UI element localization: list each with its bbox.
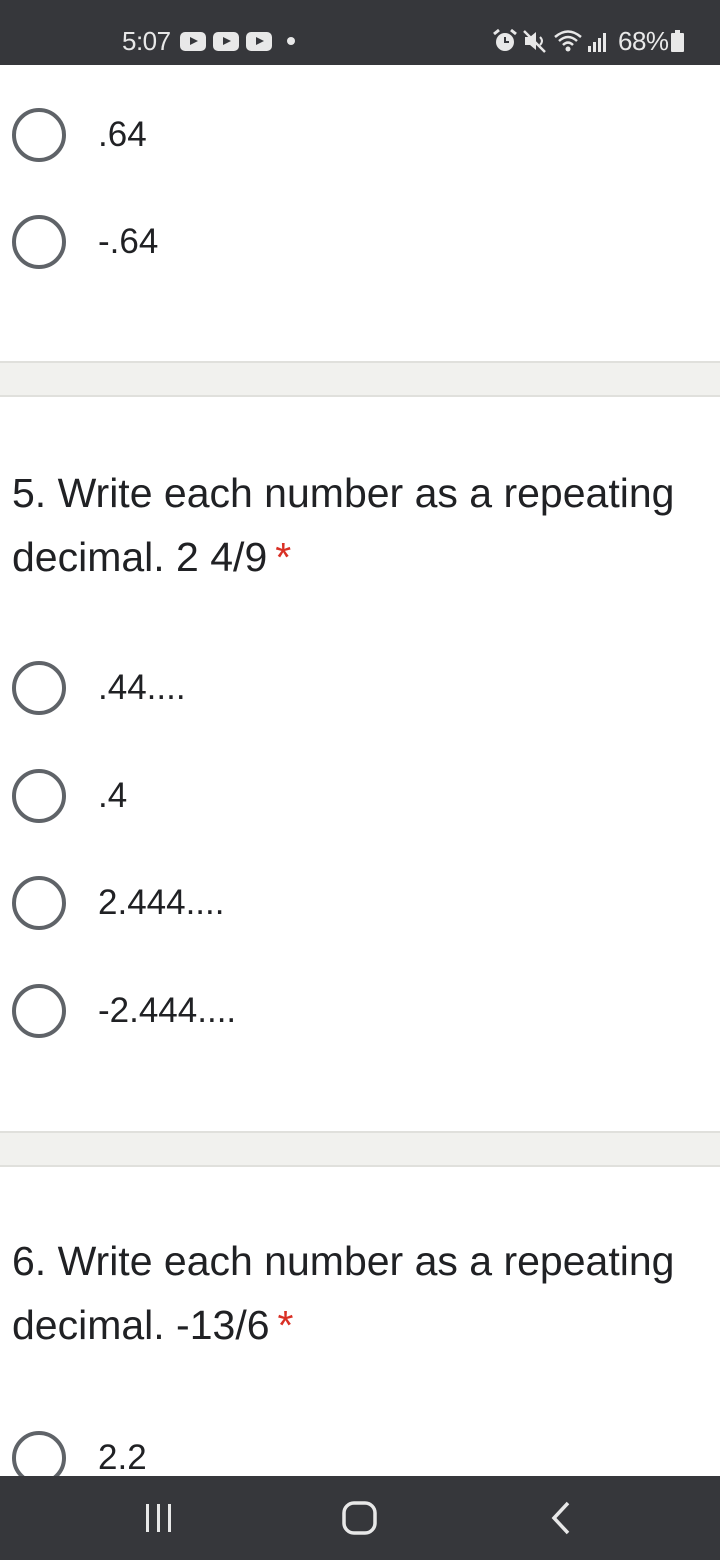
wifi-icon xyxy=(554,30,582,52)
youtube-icon xyxy=(246,32,272,51)
recent-apps-icon[interactable] xyxy=(143,1500,175,1536)
option-label: 2.444.... xyxy=(98,883,225,922)
signal-icon xyxy=(588,33,606,52)
option-label: .44.... xyxy=(98,668,186,707)
home-icon[interactable] xyxy=(341,1499,379,1537)
radio-option[interactable]: .64 xyxy=(0,95,720,175)
radio-option[interactable]: -2.444.... xyxy=(0,971,720,1051)
radio-option[interactable]: .44.... xyxy=(0,648,720,728)
more-dot-icon xyxy=(287,37,295,45)
option-label: 2.2 xyxy=(98,1438,147,1477)
radio-option[interactable]: 2.444.... xyxy=(0,863,720,943)
question-title-line: 6. Write each number as a repeating xyxy=(12,1238,675,1284)
option-label: .64 xyxy=(98,115,147,154)
question-title-line: decimal. 2 4/9 * xyxy=(12,525,720,589)
battery-icon xyxy=(671,30,684,52)
status-bar: 5:07 68% xyxy=(0,0,720,65)
option-label: -2.444.... xyxy=(98,991,237,1030)
status-time: 5:07 xyxy=(122,26,171,56)
question-title: 6. Write each number as a repeating deci… xyxy=(12,1229,720,1357)
question-title-line: 5. Write each number as a repeating xyxy=(12,470,675,516)
question-title-text: decimal. 2 4/9 xyxy=(12,534,268,580)
youtube-icon xyxy=(180,32,206,51)
radio-option[interactable]: -.64 xyxy=(0,202,720,282)
radio-button[interactable] xyxy=(12,215,66,269)
radio-button[interactable] xyxy=(12,108,66,162)
required-asterisk: * xyxy=(277,1302,294,1348)
back-icon[interactable] xyxy=(546,1499,576,1537)
section-separator xyxy=(0,1131,720,1167)
radio-button[interactable] xyxy=(12,769,66,823)
required-asterisk: * xyxy=(275,534,292,580)
radio-button[interactable] xyxy=(12,984,66,1038)
alarm-icon xyxy=(493,28,517,51)
youtube-icon xyxy=(213,32,239,51)
radio-button[interactable] xyxy=(12,661,66,715)
option-label: .4 xyxy=(98,776,128,815)
radio-button[interactable] xyxy=(12,876,66,930)
question-title: 5. Write each number as a repeating deci… xyxy=(12,461,720,589)
question-title-text: decimal. -13/6 xyxy=(12,1302,270,1348)
option-label: -.64 xyxy=(98,222,159,261)
navigation-bar xyxy=(0,1476,720,1560)
battery-percentage: 68% xyxy=(618,26,669,56)
radio-option[interactable]: .4 xyxy=(0,756,720,836)
question-title-line: decimal. -13/6 * xyxy=(12,1293,720,1357)
section-separator xyxy=(0,361,720,397)
mute-icon xyxy=(523,30,546,53)
